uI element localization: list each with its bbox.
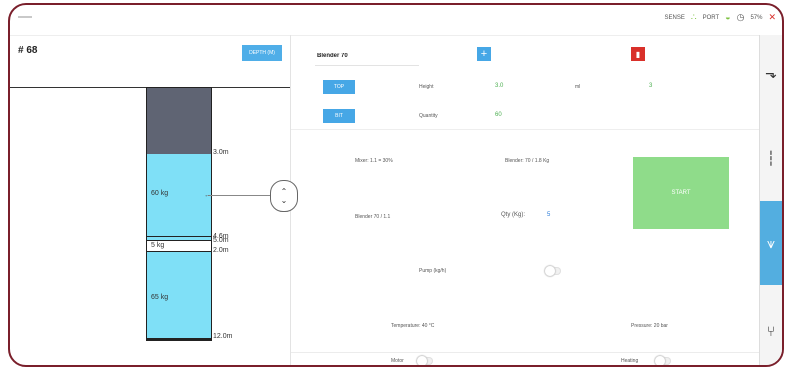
blender-note: Blender: 70 / 1.8 Kg	[505, 158, 550, 164]
quantity-value: 60	[495, 112, 502, 118]
ml-value: 3	[649, 83, 653, 89]
depth-tick: 5.0m	[213, 237, 229, 244]
chevron-down-icon[interactable]: ⌄	[281, 196, 288, 205]
bit-button[interactable]: BIT	[323, 109, 355, 123]
heating-toggle[interactable]	[655, 356, 671, 365]
segment-bottom	[147, 338, 211, 340]
status-label-battery: 57%	[750, 14, 763, 21]
battery-icon: ✕	[768, 12, 776, 22]
ml-label: ml	[575, 84, 581, 90]
depth-tick: 2.0m	[213, 247, 229, 254]
motor-label: Motor	[391, 358, 404, 364]
depth-tick: 12.0m	[213, 333, 233, 340]
divider	[291, 352, 761, 353]
controls-panel: + ▮ TOP Height 3.0 ml 3 BIT Quantity 60 …	[291, 35, 761, 365]
pump-toggle[interactable]	[545, 266, 561, 276]
funnel-icon[interactable]: ⩛	[760, 201, 782, 285]
qty-label: Qty (Kg):	[501, 212, 526, 218]
blender-name-input[interactable]	[315, 47, 419, 66]
network-icon: ◒	[725, 12, 731, 22]
delete-button[interactable]: ▮	[631, 47, 645, 61]
ruler-icon[interactable]: ┆	[760, 125, 782, 191]
menu-icon[interactable]	[18, 16, 32, 18]
clock-icon: ◷	[736, 12, 745, 22]
pump-label: Pump (kg/h)	[419, 268, 447, 274]
qty-value[interactable]: 5	[547, 212, 550, 218]
plus-icon: +	[480, 48, 488, 60]
arrow-left-icon: ←	[204, 192, 211, 199]
motor-toggle[interactable]	[417, 356, 433, 365]
top-button[interactable]: TOP	[323, 80, 355, 94]
tool-sidebar: ⬎ ┆ ⩛ ⑂	[759, 35, 782, 365]
blend-panel: Mixer: 1.1 = 30% Blender: 70 / 1.8 Kg Bl…	[291, 130, 761, 365]
mixer-note: Mixer: 1.1 = 30%	[355, 158, 393, 164]
trash-icon: ▮	[635, 49, 641, 59]
drill-icon[interactable]: ⬎	[760, 47, 782, 99]
heating-label: Heating	[621, 358, 639, 364]
segment-label: 65 kg	[151, 294, 169, 301]
segment-label: 5 kg	[151, 242, 165, 249]
pressure-label: Pressure: 20 bar	[631, 323, 668, 329]
blender-config: + ▮ TOP Height 3.0 ml 3 BIT Quantity 60	[291, 35, 761, 130]
signal-icon: ∴	[690, 12, 697, 22]
start-button[interactable]: START	[633, 157, 729, 229]
segment-fill-3: 65 kg	[147, 252, 211, 338]
segment-label: 60 kg	[151, 190, 169, 197]
well-column: 60 kg 5 kg 65 kg	[146, 87, 212, 341]
status-bar: SENSE ∴ PORT ◒ ◷ 57% ✕	[665, 13, 777, 22]
well-diagram-panel: # 68 DEPTH (M) 60 kg 5 kg 65 kg 3.0m 4.6…	[10, 35, 298, 365]
pointer-line	[208, 195, 270, 196]
temperature-label: Temperature: 40 °C	[391, 323, 435, 329]
status-label-sense: SENSE	[664, 14, 685, 21]
height-label: Height	[419, 84, 434, 90]
depth-button[interactable]: DEPTH (M)	[242, 45, 282, 61]
top-bar: SENSE ∴ PORT ◒ ◷ 57% ✕	[10, 5, 782, 36]
status-label-port: PORT	[702, 14, 720, 21]
quantity-label: Quantity	[419, 113, 438, 119]
segment-top	[147, 88, 211, 154]
add-button[interactable]: +	[477, 47, 491, 61]
split-icon[interactable]: ⑂	[760, 305, 782, 357]
segment-fill-1: 60 kg	[147, 154, 211, 236]
segment-fill-2: 5 kg	[147, 240, 211, 252]
depth-tick: 3.0m	[213, 149, 229, 156]
chevron-up-icon[interactable]: ⌃	[281, 187, 288, 196]
app-window: SENSE ∴ PORT ◒ ◷ 57% ✕ # 68 DEPTH (M) 60…	[8, 3, 784, 367]
well-id: # 68	[18, 45, 38, 56]
height-value: 3.0	[495, 83, 504, 89]
blender-note-2: Blender 70 / 1.1	[355, 214, 391, 220]
